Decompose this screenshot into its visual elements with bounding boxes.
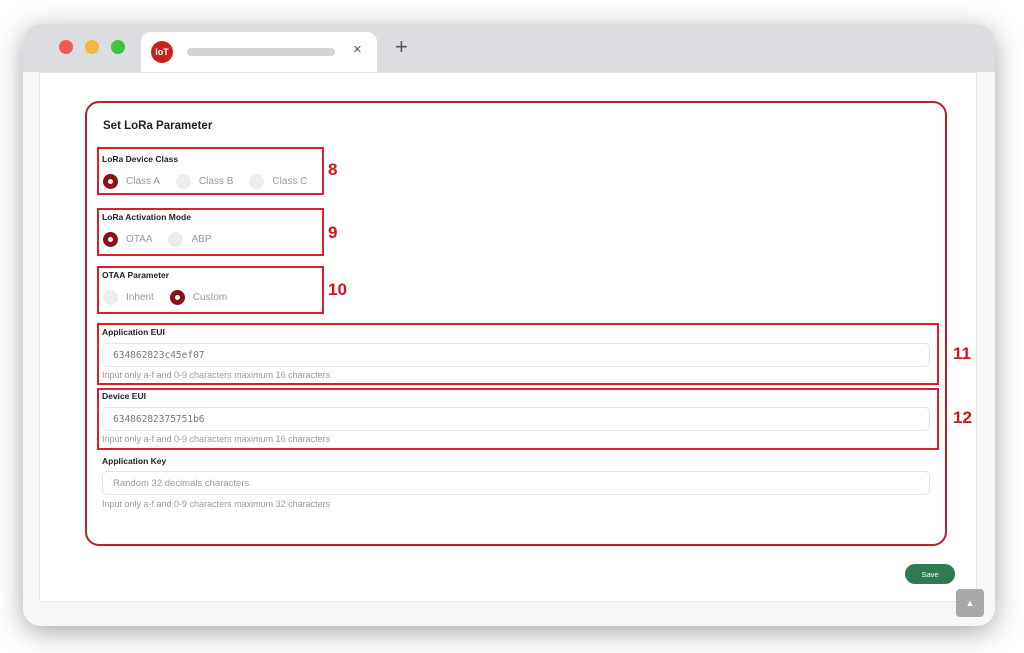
- otaa-parameter-label: OTAA Parameter: [102, 270, 170, 280]
- radio-class-b[interactable]: Class B: [175, 174, 234, 189]
- application-eui-input[interactable]: 634862823c45ef07: [102, 343, 930, 367]
- radio-label: ABP: [191, 234, 212, 245]
- radio-label: Class A: [126, 176, 160, 187]
- radio-label: Inherit: [126, 292, 154, 303]
- browser-tab[interactable]: IoT ×: [141, 32, 377, 72]
- otaa-parameter-radio-group: Inherit Custom: [103, 290, 243, 305]
- annotation-number-10: 10: [328, 280, 347, 299]
- activation-mode-radio-group: OTAA ABP: [103, 232, 228, 247]
- application-key-label: Application Key: [102, 456, 167, 466]
- device-eui-input[interactable]: 63486282375751b6: [102, 407, 930, 431]
- radio-label: Class B: [198, 176, 234, 187]
- browser-window: IoT × + Set LoRa Parameter 8 LoRa Device…: [23, 24, 995, 626]
- new-tab-icon[interactable]: +: [395, 36, 408, 58]
- device-eui-label: Device EUI: [102, 391, 146, 401]
- radio-checked-icon: [169, 290, 185, 305]
- minimize-window-button[interactable]: [85, 40, 99, 54]
- radio-unchecked-icon: [249, 174, 265, 189]
- radio-unchecked-icon: [168, 232, 184, 247]
- application-eui-label: Application EUI: [102, 327, 165, 337]
- tab-close-icon[interactable]: ×: [353, 41, 362, 58]
- activation-mode-label: LoRa Activation Mode: [102, 212, 191, 222]
- device-class-label: LoRa Device Class: [102, 154, 179, 164]
- browser-titlebar: IoT × +: [23, 24, 995, 72]
- maximize-window-button[interactable]: [111, 40, 125, 54]
- radio-class-a[interactable]: Class A: [103, 174, 160, 189]
- radio-abp[interactable]: ABP: [168, 232, 212, 247]
- radio-checked-icon: [103, 232, 118, 247]
- application-key-input[interactable]: Random 32 decimals characters: [102, 471, 930, 495]
- radio-label: OTAA: [126, 234, 153, 245]
- scroll-to-top-icon[interactable]: ▲: [956, 589, 984, 617]
- radio-checked-icon: [103, 174, 118, 189]
- radio-unchecked-icon: [103, 290, 118, 305]
- radio-inherit[interactable]: Inherit: [103, 290, 154, 305]
- radio-custom[interactable]: Custom: [169, 290, 228, 305]
- annotation-number-8: 8: [328, 160, 338, 179]
- tab-title-placeholder: [187, 48, 335, 56]
- application-key-hint: Input only a-f and 0-9 characters maximu…: [102, 499, 331, 509]
- radio-label: Class C: [272, 176, 308, 187]
- annotation-number-9: 9: [328, 223, 338, 242]
- section-title: Set LoRa Parameter: [103, 120, 213, 132]
- annotation-number-12: 12: [953, 408, 972, 427]
- radio-label: Custom: [192, 292, 228, 303]
- application-eui-hint: Input only a-f and 0-9 characters maximu…: [102, 370, 331, 380]
- save-button[interactable]: Save: [905, 564, 955, 584]
- close-window-button[interactable]: [59, 40, 73, 54]
- radio-otaa[interactable]: OTAA: [103, 232, 152, 247]
- device-class-radio-group: Class A Class B Class C: [103, 174, 323, 189]
- radio-class-c[interactable]: Class C: [249, 174, 307, 189]
- radio-unchecked-icon: [175, 174, 191, 189]
- annotation-number-11: 11: [953, 344, 971, 363]
- device-eui-hint: Input only a-f and 0-9 characters maximu…: [102, 434, 331, 444]
- iot-favicon-icon: IoT: [151, 41, 173, 63]
